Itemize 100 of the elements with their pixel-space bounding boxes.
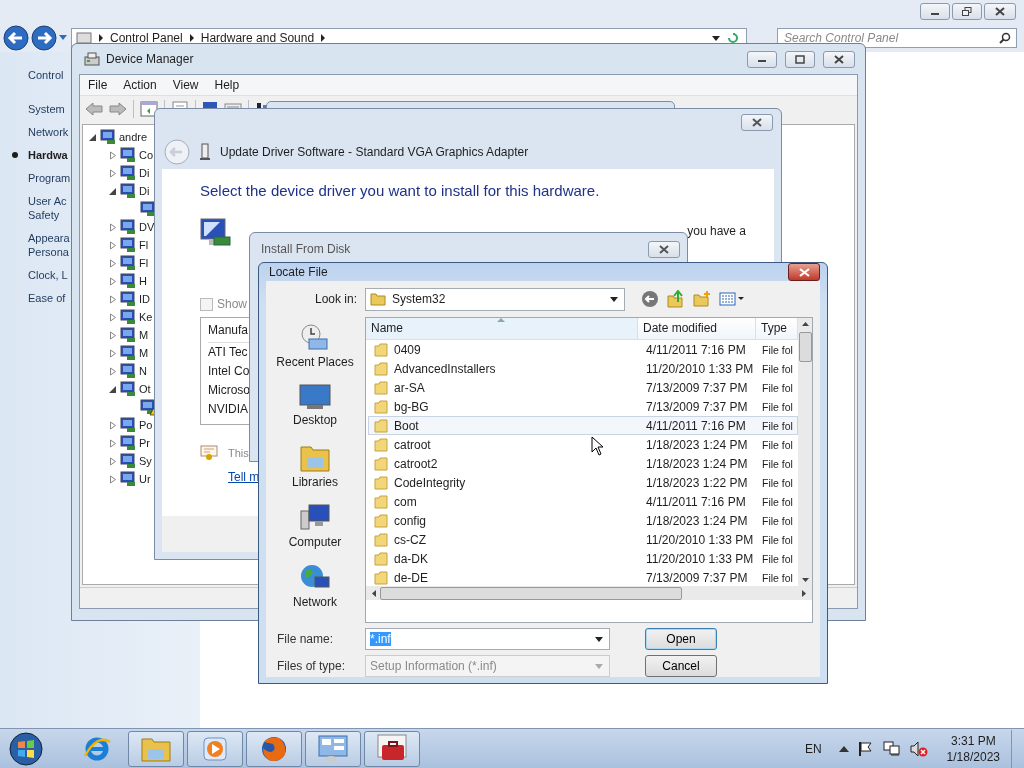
tree-item[interactable]: Di [139, 185, 150, 197]
signature-note: This [228, 447, 249, 459]
menu-item[interactable]: View [164, 78, 207, 92]
search-field[interactable]: Search Control Panel [777, 28, 1017, 48]
file-row[interactable]: catroot2 1/18/2023 1:24 PM File fol [368, 454, 798, 473]
sidebar-link[interactable]: User Ac Safety [28, 194, 67, 222]
column-header[interactable]: Name [366, 318, 638, 339]
file-row[interactable]: CodeIntegrity 1/18/2023 1:22 PM File fol [368, 473, 798, 492]
instruction-text: you have a [687, 224, 746, 238]
table-cell-text: File fol [761, 514, 794, 527]
clock-time[interactable]: 3:31 PM [950, 732, 996, 749]
file-row[interactable]: cs-CZ 11/20/2010 1:33 PM File fol [368, 530, 798, 549]
table-cell-text: File fol [761, 457, 794, 470]
look-in-dropdown[interactable]: System32 [365, 287, 625, 311]
sidebar-link[interactable]: System [28, 102, 65, 116]
tree-item[interactable]: M [139, 347, 149, 359]
file-name-label: File name: [276, 632, 335, 646]
table-cell-text: 4/11/2011 7:16 PM [645, 418, 747, 433]
file-name: com [394, 494, 417, 509]
file-name: cs-CZ [394, 532, 426, 547]
help-link[interactable]: Tell m [228, 470, 260, 484]
place-item[interactable]: Computer [269, 503, 361, 563]
table-cell-text: 7/13/2009 7:37 PM [645, 380, 749, 395]
clock-date[interactable]: 1/18/2023 [946, 748, 1000, 765]
menu-item[interactable]: Action [115, 78, 165, 92]
place-item[interactable]: Network [269, 563, 361, 623]
tree-item[interactable]: N [139, 365, 147, 377]
sidebar-link[interactable]: Ease of [28, 291, 66, 305]
table-cell-text: 1/18/2023 1:24 PM [645, 456, 749, 471]
tree-item[interactable]: Ur [139, 473, 151, 485]
file-name: ar-SA [394, 380, 425, 395]
table-cell-text: File fol [761, 552, 794, 565]
window-title: Locate File [269, 265, 328, 279]
place-item[interactable]: Libraries [269, 443, 361, 503]
place-item[interactable]: Desktop [269, 383, 361, 443]
tree-item[interactable]: H [139, 275, 147, 287]
file-row[interactable]: bg-BG 7/13/2009 7:37 PM File fol [368, 397, 798, 416]
table-cell-text: File fol [761, 419, 794, 432]
file-name: bg-BG [394, 399, 429, 414]
tree-item[interactable]: Fl [139, 257, 149, 269]
checkbox-label[interactable]: Show [217, 297, 248, 311]
tree-item[interactable]: Po [139, 419, 153, 431]
table-cell-text: File fol [761, 571, 794, 584]
file-row[interactable]: Boot 4/11/2011 7:16 PM File fol [368, 416, 798, 435]
breadcrumb[interactable]: Control Panel [110, 31, 183, 45]
table-cell-text: File fol [761, 495, 794, 508]
tree-item[interactable]: Ot [139, 383, 151, 395]
window-title: Device Manager [106, 52, 194, 66]
table-cell-text: 1/18/2023 1:24 PM [645, 513, 749, 528]
table-cell-text: File fol [761, 476, 794, 489]
tree-item[interactable]: Sy [139, 455, 152, 467]
file-name: catroot2 [394, 456, 438, 471]
file-row[interactable]: 0409 4/11/2011 7:16 PM File fol [368, 340, 798, 359]
tree-item[interactable]: Fl [139, 239, 149, 251]
menu-item[interactable]: Help [206, 78, 248, 92]
file-name: da-DK [394, 551, 428, 566]
breadcrumb[interactable]: Hardware and Sound [200, 31, 315, 45]
menu-item[interactable]: File [80, 78, 116, 92]
table-cell-text: File fol [761, 533, 794, 546]
tree-item[interactable]: andre [119, 131, 148, 143]
sidebar-link[interactable]: Clock, L [28, 268, 68, 282]
file-name: AdvancedInstallers [394, 361, 496, 376]
sidebar-link[interactable]: Appeara Persona [28, 231, 70, 259]
sidebar-link[interactable]: Program [28, 171, 71, 185]
file-row[interactable]: da-DK 11/20/2010 1:33 PM File fol [368, 549, 798, 568]
table-cell-text: File fol [761, 438, 794, 451]
tree-item[interactable]: ID [139, 293, 150, 305]
sidebar-link[interactable]: Hardwa [28, 148, 68, 162]
table-cell-text: 4/11/2011 7:16 PM [645, 494, 747, 509]
tree-item[interactable]: Di [139, 167, 150, 179]
file-name: CodeIntegrity [394, 475, 466, 490]
table-cell-text: File fol [761, 343, 794, 356]
language-indicator[interactable]: EN [804, 741, 822, 756]
file-row[interactable]: de-DE 7/13/2009 7:37 PM File fol [368, 568, 798, 586]
column-header[interactable]: Date modified [638, 318, 756, 339]
tree-item[interactable]: Co [139, 149, 154, 161]
tree-item[interactable]: Ke [139, 311, 153, 323]
table-cell-text: 7/13/2009 7:37 PM [645, 570, 749, 585]
tree-item[interactable]: Pr [139, 437, 150, 449]
file-row[interactable]: ar-SA 7/13/2009 7:37 PM File fol [368, 378, 798, 397]
file-name: Boot [394, 418, 419, 433]
table-cell-text: 1/18/2023 1:22 PM [645, 475, 749, 490]
file-row[interactable]: catroot 1/18/2023 1:24 PM File fol [368, 435, 798, 454]
sidebar-link[interactable]: Control [28, 68, 64, 82]
table-cell-text: 11/20/2010 1:33 PM [645, 551, 755, 566]
file-row[interactable]: AdvancedInstallers 11/20/2010 1:33 PM File fol [368, 359, 798, 378]
file-row[interactable]: com 4/11/2011 7:16 PM File fol [368, 492, 798, 511]
file-name: catroot [394, 437, 431, 452]
table-cell-text: 11/20/2010 1:33 PM [645, 532, 755, 547]
table-cell-text: 4/11/2011 7:16 PM [645, 342, 747, 357]
place-item[interactable]: Recent Places [269, 323, 361, 383]
tree-item[interactable]: DV [139, 221, 155, 233]
tree-item[interactable]: M [139, 329, 149, 341]
table-cell-text: 1/18/2023 1:24 PM [645, 437, 749, 452]
look-in-label: Look in: [313, 292, 357, 306]
open-button[interactable]: Open [645, 628, 717, 650]
sidebar-link[interactable]: Network [28, 125, 69, 139]
cancel-button[interactable]: Cancel [645, 655, 717, 677]
file-row[interactable]: config 1/18/2023 1:24 PM File fol [368, 511, 798, 530]
table-cell-text: File fol [761, 400, 794, 413]
